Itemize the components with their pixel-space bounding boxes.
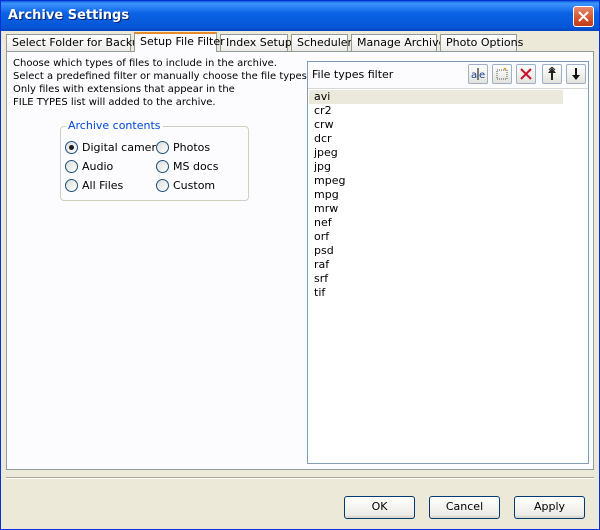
radio-button-icon[interactable]: [156, 179, 169, 192]
list-item[interactable]: avi: [309, 90, 563, 104]
list-item[interactable]: dcr: [309, 132, 563, 146]
radio-button-icon[interactable]: [156, 141, 169, 154]
archive-contents-legend: Archive contents: [66, 119, 163, 132]
file-types-list[interactable]: avi cr2 crw dcr jpeg jpg mpeg mpg mrw ne…: [309, 90, 587, 300]
list-item[interactable]: orf: [309, 230, 563, 244]
radio-custom[interactable]: Custom: [156, 179, 215, 192]
radio-label: All Files: [82, 179, 124, 192]
window-title: Archive Settings: [8, 8, 130, 23]
radio-label: MS docs: [173, 160, 219, 173]
instructions-line: Only files with extensions that appear i…: [13, 84, 235, 95]
radio-label: Audio: [82, 160, 114, 173]
move-down-icon: [572, 68, 580, 80]
close-icon: [578, 11, 589, 22]
tab-manage-archive[interactable]: Manage Archive: [351, 34, 445, 51]
ok-button[interactable]: OK: [344, 496, 415, 519]
tab-photo-options[interactable]: Photo Options: [440, 34, 523, 51]
radio-label: Photos: [173, 141, 211, 154]
instructions-line: Select a predefined filter or manually c…: [13, 71, 311, 82]
archive-settings-window: Archive Settings Select Folder for Backu…: [0, 0, 600, 530]
list-item[interactable]: cr2: [309, 104, 563, 118]
instructions-line: FILE TYPES list will added to the archiv…: [13, 97, 216, 108]
tab-select-folder-for-backup[interactable]: Select Folder for Backup: [6, 34, 146, 51]
radio-button-icon[interactable]: [65, 141, 78, 154]
list-item[interactable]: crw: [309, 118, 563, 132]
radio-ms-docs[interactable]: MS docs: [156, 160, 218, 173]
tab-scheduler[interactable]: Scheduler: [291, 34, 352, 51]
list-item[interactable]: tif: [309, 286, 563, 300]
setup-file-filter-panel: Choose which types of files to include i…: [6, 51, 594, 470]
radio-all-files[interactable]: All Files: [65, 179, 123, 192]
rename-button[interactable]: ae: [468, 64, 488, 84]
list-item[interactable]: jpg: [309, 160, 563, 174]
tab-setup-file-filter[interactable]: Setup File Filter: [134, 32, 225, 52]
file-types-panel: File types filter ae avi cr2 crw dcr jpe…: [307, 61, 589, 464]
new-item-button[interactable]: [492, 64, 512, 84]
move-up-button[interactable]: [542, 64, 562, 84]
close-button[interactable]: [573, 6, 594, 27]
list-item[interactable]: mpg: [309, 188, 563, 202]
radio-label: Custom: [173, 179, 216, 192]
instructions-line: Choose which types of files to include i…: [13, 58, 277, 69]
footer-divider: [6, 477, 594, 479]
list-item[interactable]: mrw: [309, 202, 563, 216]
radio-button-icon[interactable]: [65, 160, 78, 173]
cancel-button[interactable]: Cancel: [429, 496, 500, 519]
archive-contents-group: Archive contents Digital camera Photos A…: [60, 119, 249, 201]
list-item[interactable]: srf: [309, 272, 563, 286]
delete-icon: [520, 68, 532, 80]
title-bar[interactable]: Archive Settings: [1, 1, 599, 31]
radio-button-icon[interactable]: [65, 179, 78, 192]
instructions-text: Choose which types of files to include i…: [13, 57, 311, 109]
move-down-button[interactable]: [566, 64, 586, 84]
list-item[interactable]: jpeg: [309, 146, 563, 160]
radio-digital-camera[interactable]: Digital camera: [65, 141, 163, 154]
file-types-header: File types filter ae: [308, 62, 588, 89]
new-item-icon: [496, 67, 508, 80]
list-item[interactable]: nef: [309, 216, 563, 230]
move-up-icon: [548, 67, 556, 80]
radio-audio[interactable]: Audio: [65, 160, 113, 173]
apply-button[interactable]: Apply: [514, 496, 585, 519]
radio-photos[interactable]: Photos: [156, 141, 210, 154]
list-item[interactable]: mpeg: [309, 174, 563, 188]
svg-text:e: e: [479, 70, 485, 81]
rename-icon: ae: [471, 68, 485, 81]
radio-label: Digital camera: [82, 141, 163, 154]
svg-text:a: a: [471, 70, 477, 81]
delete-button[interactable]: [516, 64, 536, 84]
tab-index-setup[interactable]: Index Setup: [220, 34, 292, 51]
list-item[interactable]: raf: [309, 258, 563, 272]
list-item[interactable]: psd: [309, 244, 563, 258]
file-types-filter-label: File types filter: [312, 68, 394, 81]
radio-button-icon[interactable]: [156, 160, 169, 173]
